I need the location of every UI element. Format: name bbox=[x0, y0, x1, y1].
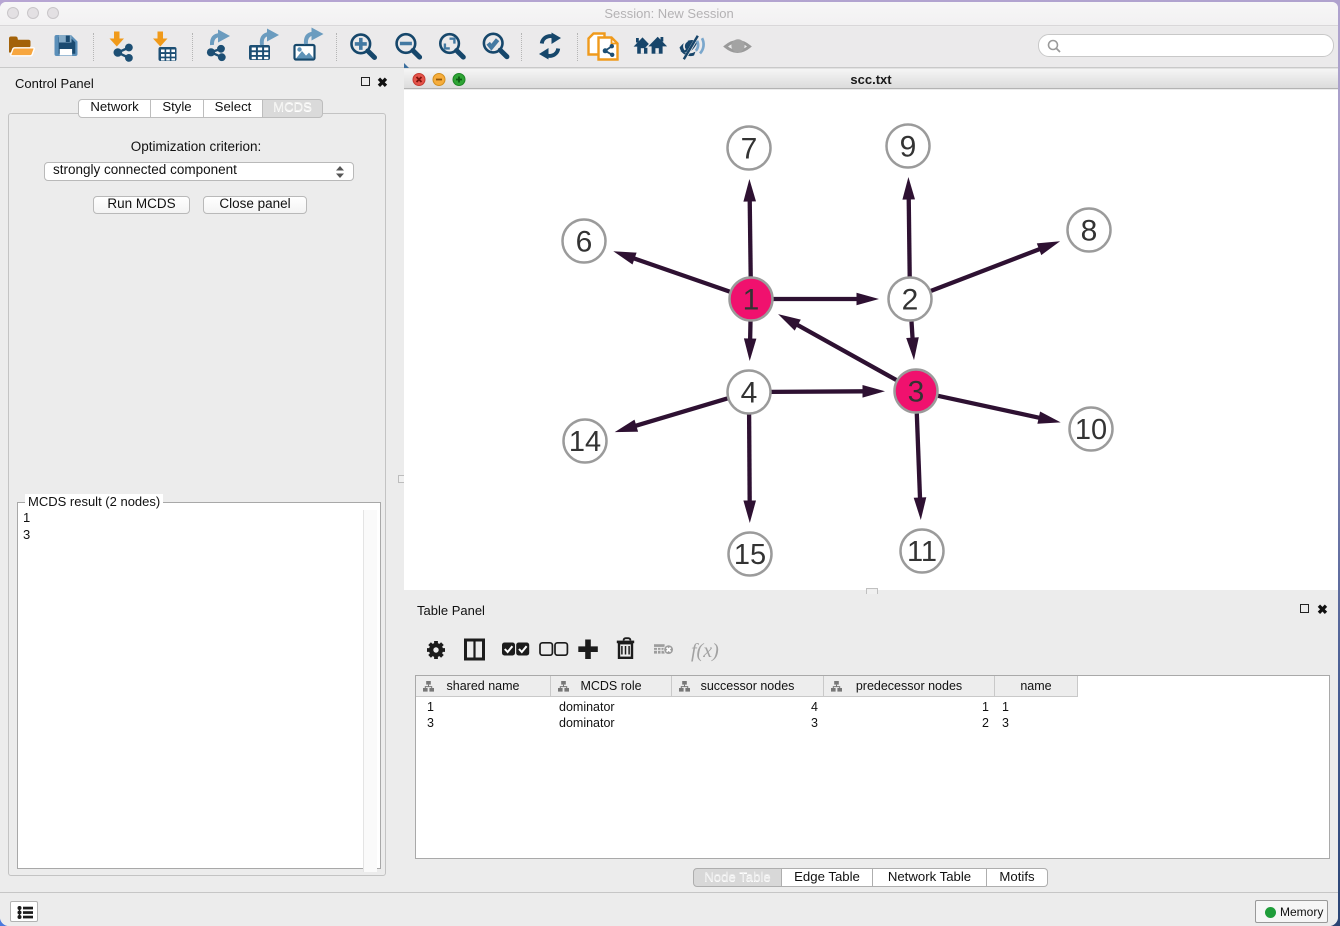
svg-text:6: 6 bbox=[576, 226, 593, 259]
svg-text:9: 9 bbox=[900, 131, 917, 164]
svg-text:3: 3 bbox=[908, 376, 925, 409]
svg-text:11: 11 bbox=[907, 536, 937, 568]
svg-text:2: 2 bbox=[902, 284, 919, 317]
svg-text:14: 14 bbox=[569, 426, 601, 458]
svg-text:f(x): f(x) bbox=[691, 640, 719, 662]
svg-text:10: 10 bbox=[1075, 414, 1107, 446]
svg-text:4: 4 bbox=[741, 377, 758, 410]
svg-text:7: 7 bbox=[741, 133, 758, 166]
svg-text:1: 1 bbox=[743, 284, 760, 317]
svg-text:15: 15 bbox=[734, 539, 766, 571]
svg-text:8: 8 bbox=[1081, 215, 1098, 248]
